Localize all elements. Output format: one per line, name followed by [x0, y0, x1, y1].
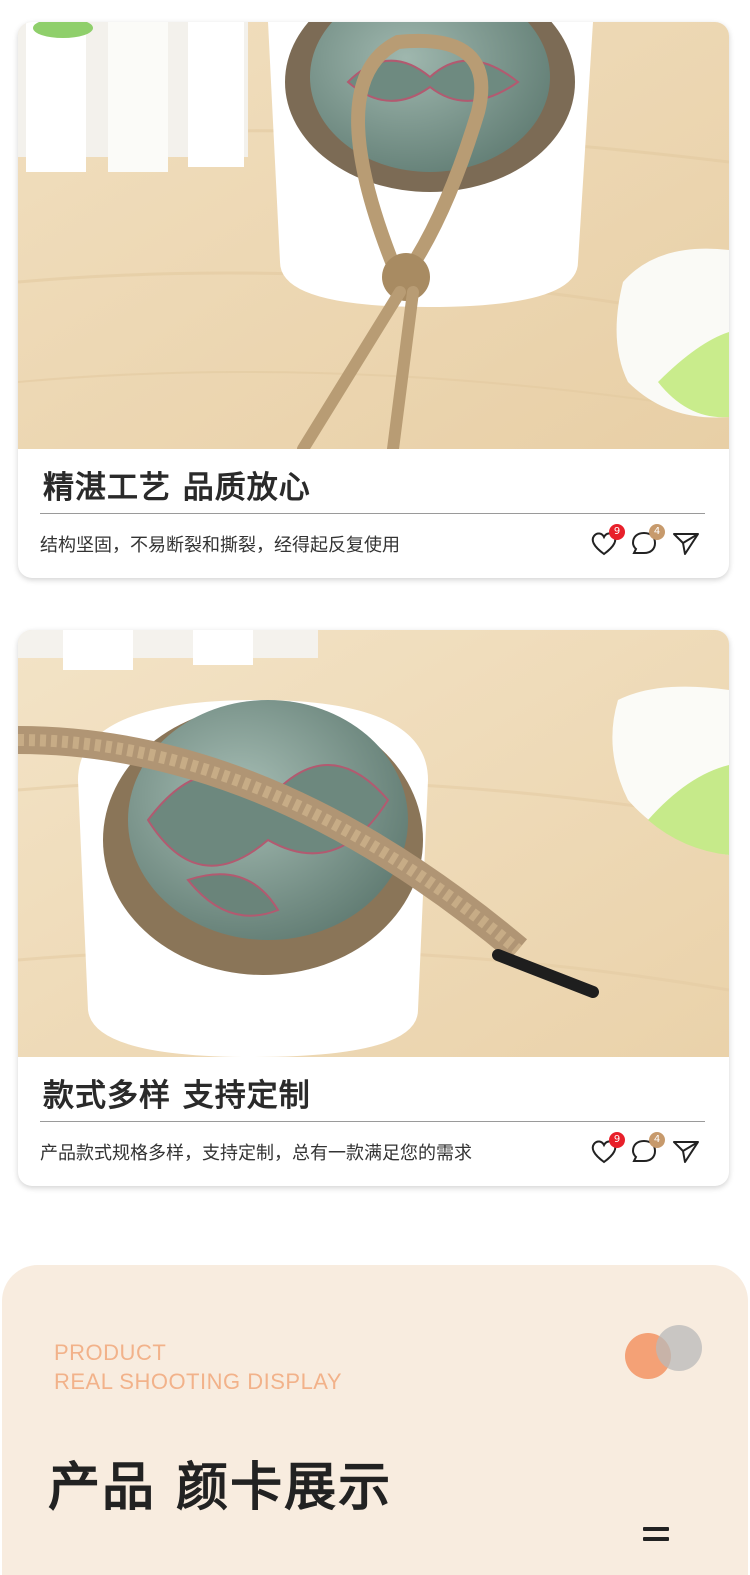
feature-card-styles: 款式多样 支持定制 产品款式规格多样，支持定制，总有一款满足您的需求 9 4 — [18, 630, 729, 1186]
like-button[interactable]: 9 — [589, 1132, 625, 1166]
equals-icon — [643, 1527, 669, 1543]
like-count-badge: 9 — [609, 1132, 625, 1148]
feature-card-craft: 精湛工艺 品质放心 结构坚固，不易断裂和撕裂，经得起反复使用 9 4 — [18, 22, 729, 578]
like-button[interactable]: 9 — [589, 524, 625, 558]
share-icon — [673, 1141, 699, 1163]
like-count-badge: 9 — [609, 524, 625, 540]
product-photo-rope-flat — [18, 630, 729, 1057]
divider — [40, 513, 705, 514]
comment-button[interactable]: 4 — [629, 1132, 665, 1166]
share-button[interactable] — [671, 1136, 701, 1166]
product-photo-rope-knot — [18, 22, 729, 449]
card-actions: 9 4 — [589, 524, 707, 558]
card-title: 精湛工艺 品质放心 — [43, 470, 311, 506]
card-description: 产品款式规格多样，支持定制，总有一款满足您的需求 — [40, 1143, 472, 1164]
share-button[interactable] — [671, 528, 701, 558]
section-english-line1: PRODUCT — [54, 1340, 167, 1365]
decor-circle-gray — [656, 1325, 702, 1371]
divider — [40, 1121, 705, 1122]
comment-count-badge: 4 — [649, 524, 665, 540]
card-title: 款式多样 支持定制 — [43, 1078, 311, 1114]
comment-button[interactable]: 4 — [629, 524, 665, 558]
card-actions: 9 4 — [589, 1132, 707, 1166]
card-description: 结构坚固，不易断裂和撕裂，经得起反复使用 — [40, 535, 400, 556]
color-card-section: PRODUCT REAL SHOOTING DISPLAY 产品 颜卡展示 — [2, 1265, 748, 1575]
share-icon — [673, 533, 699, 555]
section-title: 产品 颜卡展示 — [48, 1458, 393, 1518]
section-english-line2: REAL SHOOTING DISPLAY — [54, 1369, 343, 1394]
comment-count-badge: 4 — [649, 1132, 665, 1148]
